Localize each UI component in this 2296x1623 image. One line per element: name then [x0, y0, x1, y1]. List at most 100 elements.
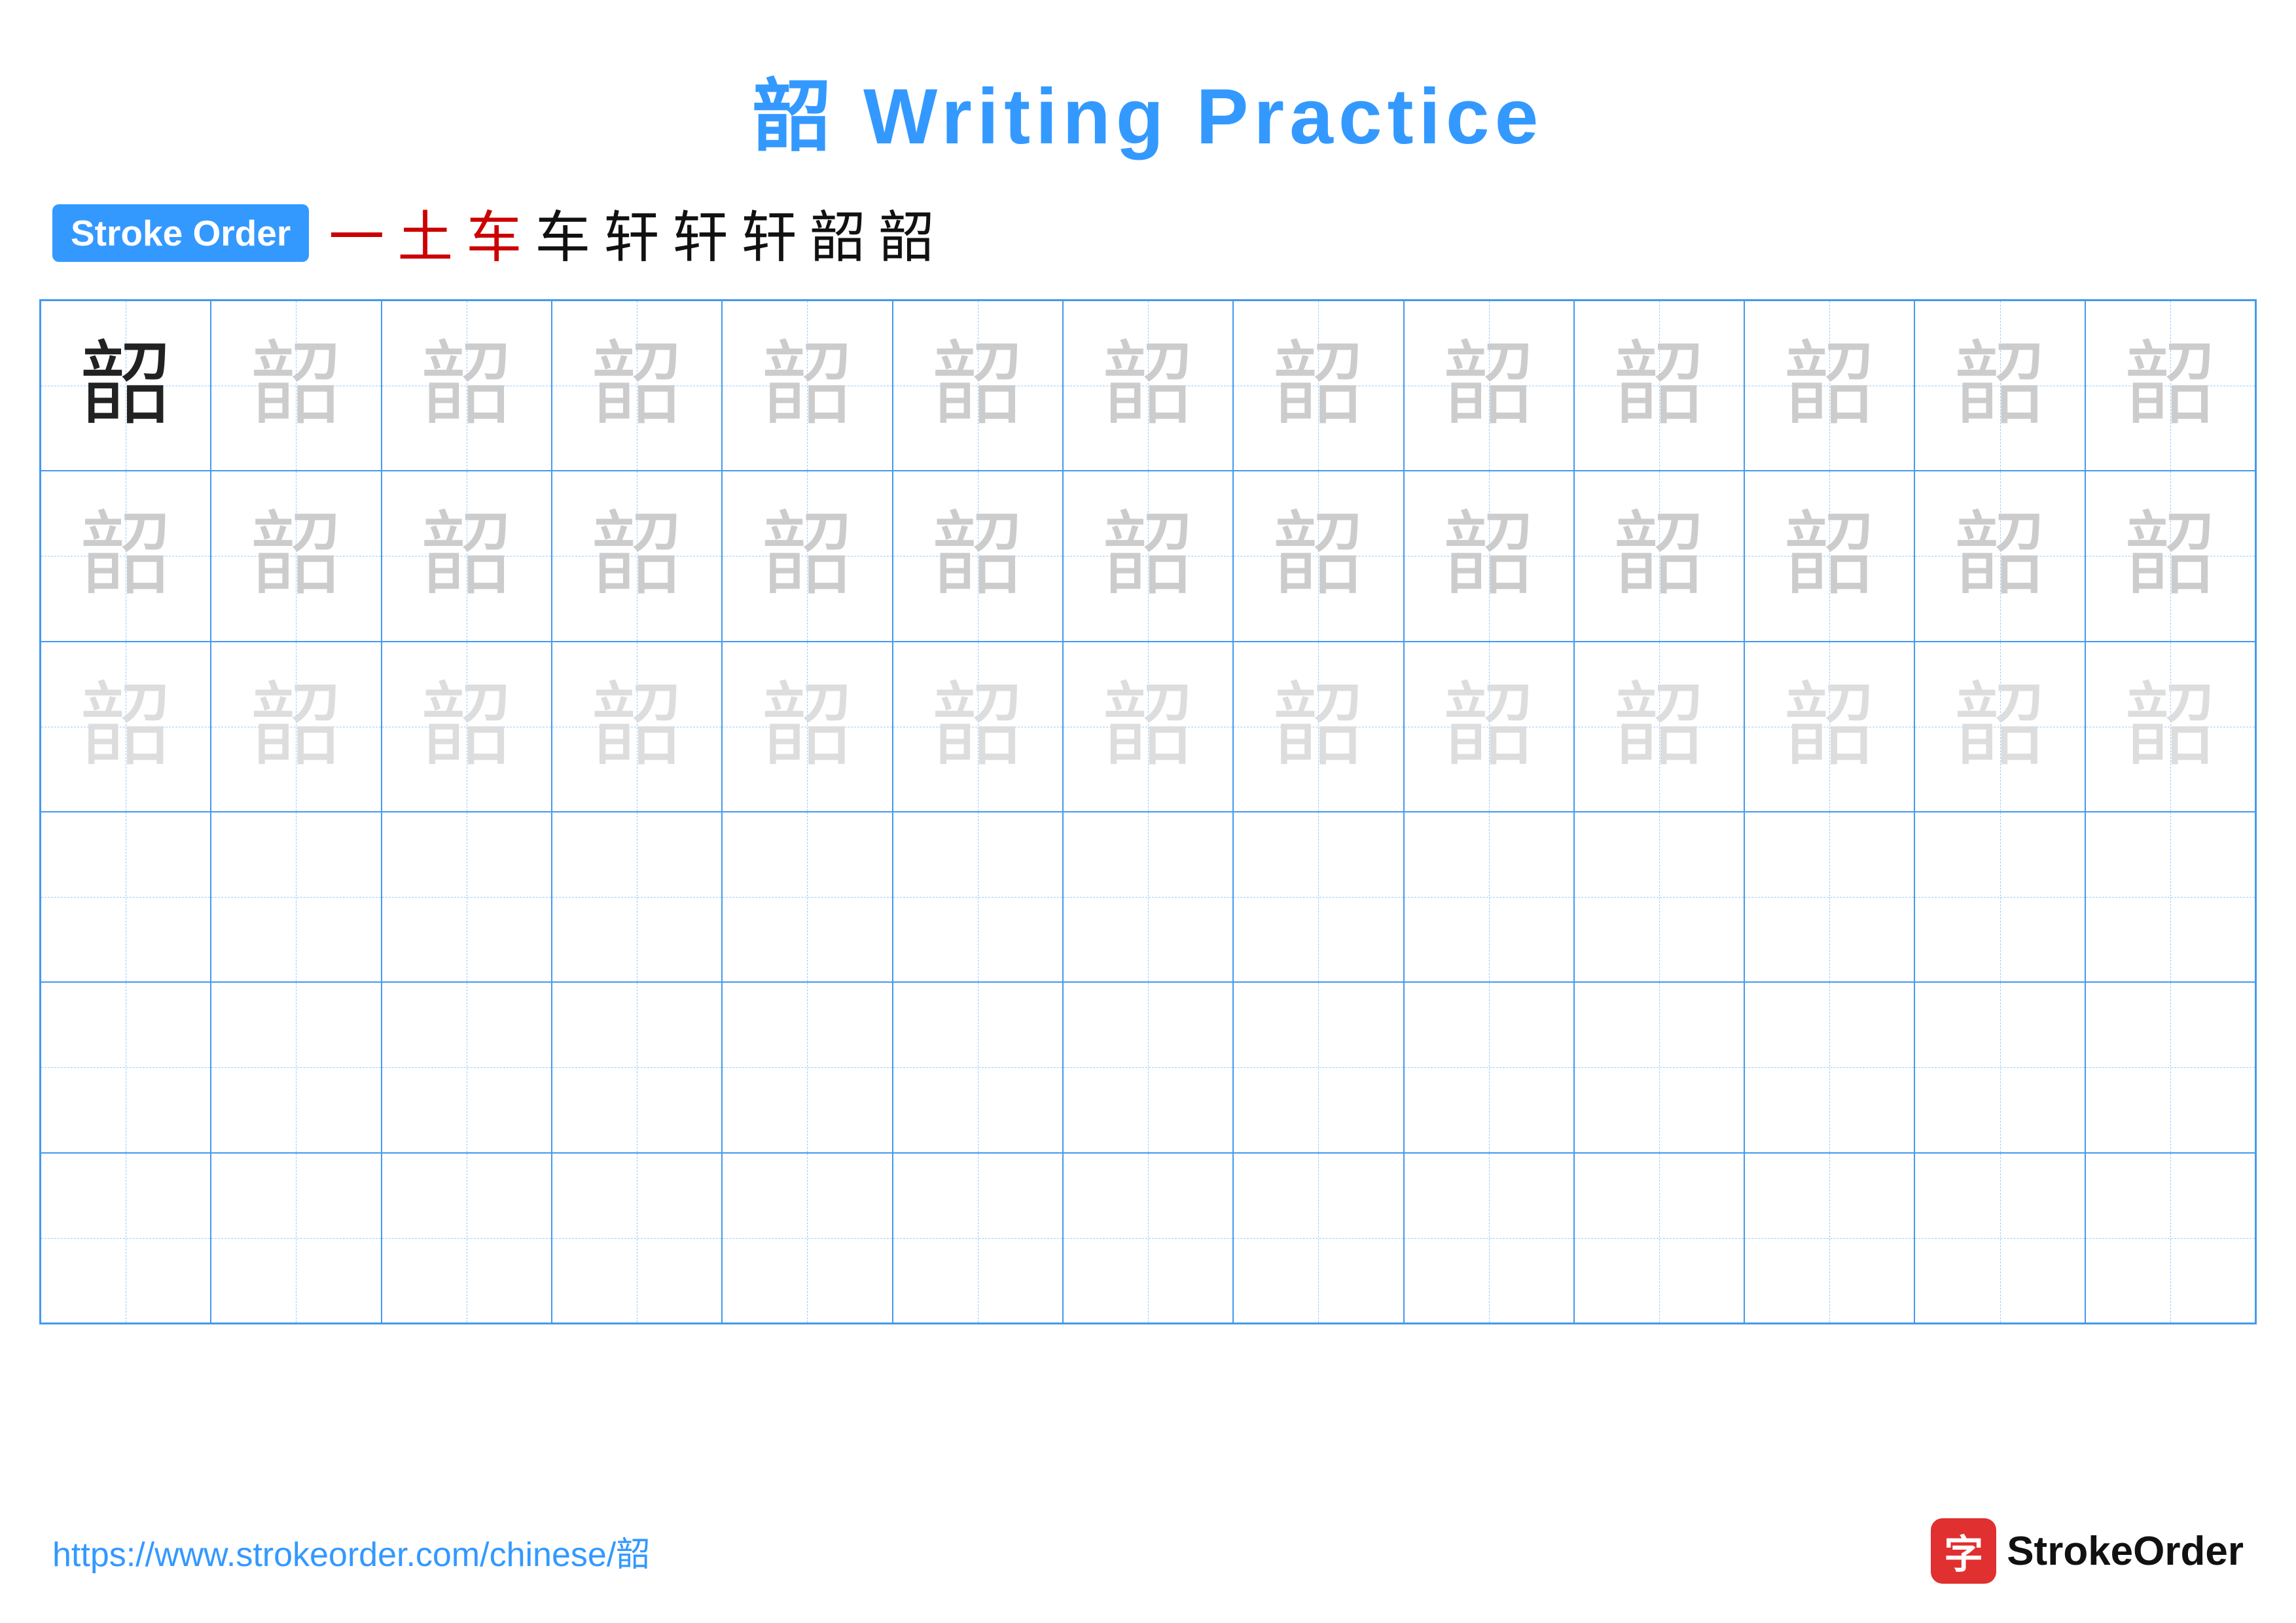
grid-cell: 韶 — [211, 301, 381, 471]
grid-cell — [1233, 982, 1403, 1152]
practice-char: 韶 — [1613, 681, 1705, 773]
grid-cell: 韶 — [41, 471, 211, 641]
practice-char: 韶 — [1954, 681, 2046, 773]
grid-cell — [1063, 982, 1233, 1152]
title-label: Writing Practice — [863, 73, 1543, 160]
grid-cell — [211, 812, 381, 982]
practice-char: 韶 — [2125, 681, 2216, 773]
grid-cell: 韶 — [1063, 471, 1233, 641]
logo-text: StrokeOrder — [2007, 1528, 2244, 1575]
practice-char: 韶 — [591, 340, 683, 431]
practice-char: 韶 — [1102, 340, 1194, 431]
grid-cell: 韶 — [1574, 642, 1744, 812]
grid-cell: 韶 — [893, 642, 1063, 812]
grid-cell: 韶 — [893, 301, 1063, 471]
grid-cell: 韶 — [722, 642, 892, 812]
grid-cell — [552, 812, 722, 982]
grid-cell: 韶 — [552, 642, 722, 812]
practice-char: 韶 — [1443, 510, 1535, 602]
grid-cell — [1744, 982, 1914, 1152]
practice-char: 韶 — [421, 510, 512, 602]
practice-char: 韶 — [1613, 510, 1705, 602]
practice-char: 韶 — [1272, 510, 1364, 602]
grid-cell: 韶 — [1574, 301, 1744, 471]
grid-cell — [1744, 812, 1914, 982]
grid-cell — [1233, 1153, 1403, 1323]
grid-cell: 韶 — [2085, 471, 2255, 641]
grid-cell: 韶 — [1233, 301, 1403, 471]
grid-cell — [1574, 1153, 1744, 1323]
grid-cell: 韶 — [893, 471, 1063, 641]
practice-char: 韶 — [1954, 340, 2046, 431]
grid-cell: 韶 — [1914, 642, 2085, 812]
grid-cell — [1404, 1153, 1574, 1323]
stroke-1: 一 — [329, 192, 384, 273]
grid-cell: 韶 — [1574, 471, 1744, 641]
grid-cell: 韶 — [722, 471, 892, 641]
practice-char: 韶 — [421, 340, 512, 431]
practice-char: 韶 — [1784, 340, 1875, 431]
practice-char: 韶 — [761, 681, 853, 773]
grid-cell — [1404, 812, 1574, 982]
practice-char: 韶 — [1443, 340, 1535, 431]
grid-cell — [1063, 812, 1233, 982]
grid-cell — [2085, 812, 2255, 982]
practice-char: 韶 — [1954, 510, 2046, 602]
grid-cell — [382, 812, 552, 982]
grid-cell — [722, 982, 892, 1152]
grid-cell: 韶 — [1914, 471, 2085, 641]
practice-char: 韶 — [1102, 681, 1194, 773]
stroke-9: 韶 — [878, 192, 934, 273]
stroke-6: 轩 — [672, 192, 728, 273]
practice-char: 韶 — [1443, 681, 1535, 773]
grid-cell: 韶 — [1404, 301, 1574, 471]
practice-char: 韶 — [932, 340, 1024, 431]
footer-logo: 字 StrokeOrder — [1931, 1518, 2244, 1584]
grid-cell: 韶 — [382, 301, 552, 471]
grid-cell — [893, 1153, 1063, 1323]
grid-cell: 韶 — [382, 642, 552, 812]
practice-char: 韶 — [591, 681, 683, 773]
grid-cell — [2085, 1153, 2255, 1323]
grid-cell: 韶 — [1063, 642, 1233, 812]
logo-char: 字 — [1944, 1523, 1983, 1580]
grid-cell — [1233, 812, 1403, 982]
grid-cell: 韶 — [382, 471, 552, 641]
practice-char: 韶 — [1784, 510, 1875, 602]
practice-char: 韶 — [421, 681, 512, 773]
grid-cell — [382, 982, 552, 1152]
grid-cell: 韶 — [2085, 301, 2255, 471]
grid-cell — [1914, 1153, 2085, 1323]
grid-cell — [41, 982, 211, 1152]
stroke-4: 车 — [535, 192, 590, 273]
grid-cell: 韶 — [1404, 642, 1574, 812]
grid-cell: 韶 — [1744, 642, 1914, 812]
grid-cell: 韶 — [1063, 301, 1233, 471]
grid-cell — [1063, 1153, 1233, 1323]
practice-char: 韶 — [761, 340, 853, 431]
grid-cell — [1744, 1153, 1914, 1323]
practice-char: 韶 — [2125, 510, 2216, 602]
practice-char: 韶 — [80, 681, 171, 773]
grid-cell — [41, 812, 211, 982]
practice-char: 韶 — [80, 510, 171, 602]
grid-cell: 韶 — [2085, 642, 2255, 812]
grid-cell — [1574, 982, 1744, 1152]
stroke-8: 韶 — [810, 192, 865, 273]
page-title: 韶 Writing Practice — [0, 0, 2296, 192]
grid-cell — [2085, 982, 2255, 1152]
practice-char: 韶 — [761, 510, 853, 602]
footer-url: https://www.strokeorder.com/chinese/韶 — [52, 1527, 650, 1576]
grid-cell: 韶 — [552, 301, 722, 471]
title-char: 韶 — [753, 73, 836, 160]
grid-cell: 韶 — [211, 642, 381, 812]
grid-cell: 韶 — [1744, 471, 1914, 641]
practice-char: 韶 — [1102, 510, 1194, 602]
grid-cell — [552, 982, 722, 1152]
grid-cell — [382, 1153, 552, 1323]
grid-cell: 韶 — [722, 301, 892, 471]
stroke-3: 车 — [466, 192, 522, 273]
grid-cell — [41, 1153, 211, 1323]
grid-cell — [552, 1153, 722, 1323]
grid-cell — [893, 812, 1063, 982]
